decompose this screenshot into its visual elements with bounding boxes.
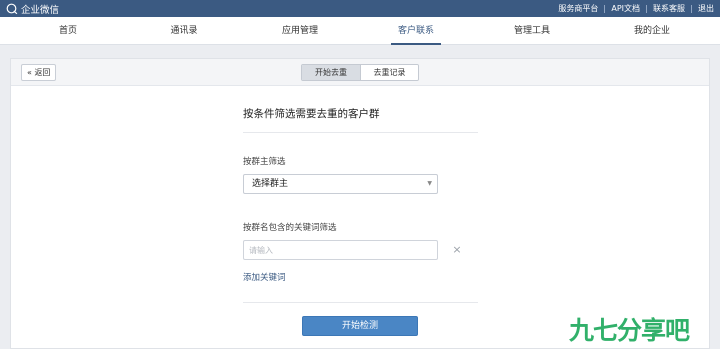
top-links: 服务商平台 API文档 联系客服 退出 bbox=[558, 0, 714, 17]
link-separator bbox=[691, 4, 692, 13]
title-divider bbox=[243, 132, 478, 133]
content-panel: « 返回 开始去重 去重记录 按条件筛选需要去重的客户群 按群主筛选 选择群主 … bbox=[10, 58, 710, 349]
keyword-filter-label: 按群名包含的关键词筛选 bbox=[243, 223, 337, 233]
tab-dedupe-records[interactable]: 去重记录 bbox=[360, 65, 418, 80]
owner-filter-label: 按群主筛选 bbox=[243, 157, 286, 167]
nav-customer-contact[interactable]: 客户联系 bbox=[358, 17, 474, 45]
nav-my-enterprise[interactable]: 我的企业 bbox=[594, 17, 710, 45]
sub-toolbar: « 返回 开始去重 去重记录 bbox=[11, 59, 709, 86]
link-separator bbox=[646, 4, 647, 13]
link-separator bbox=[604, 4, 606, 13]
caret-down-icon: ▼ bbox=[427, 180, 432, 187]
nav-management-tools[interactable]: 管理工具 bbox=[474, 17, 590, 45]
tab-start-dedupe[interactable]: 开始去重 bbox=[302, 65, 360, 80]
mode-tabs: 开始去重 去重记录 bbox=[301, 64, 419, 81]
contact-support-link[interactable]: 联系客服 bbox=[653, 3, 685, 14]
nav-app-management[interactable]: 应用管理 bbox=[242, 17, 358, 45]
nav-home[interactable]: 首页 bbox=[10, 17, 126, 45]
owner-select[interactable]: 选择群主 ▼ bbox=[243, 174, 438, 194]
keyword-input[interactable] bbox=[243, 240, 438, 260]
nav-contacts[interactable]: 通讯录 bbox=[126, 17, 242, 45]
add-keyword-link[interactable]: 添加关键词 bbox=[243, 271, 286, 283]
wecom-logo-icon bbox=[6, 3, 18, 14]
main-nav: 首页 通讯录 应用管理 客户联系 管理工具 我的企业 bbox=[0, 17, 720, 45]
back-button[interactable]: « 返回 bbox=[21, 64, 57, 81]
form-title: 按条件筛选需要去重的客户群 bbox=[243, 108, 380, 120]
brand-name: 企业微信 bbox=[21, 4, 60, 16]
site-watermark: 九七分享吧 bbox=[569, 316, 690, 345]
owner-select-value: 选择群主 bbox=[252, 179, 289, 189]
brand[interactable]: 企业微信 bbox=[6, 2, 60, 16]
api-docs-link[interactable]: API文档 bbox=[611, 3, 640, 14]
start-detection-button[interactable]: 开始检测 bbox=[302, 316, 418, 336]
clear-keyword-icon[interactable]: × bbox=[451, 240, 463, 260]
logout-link[interactable]: 退出 bbox=[698, 3, 714, 14]
top-bar: 企业微信 服务商平台 API文档 联系客服 退出 bbox=[0, 0, 720, 17]
form-divider bbox=[243, 302, 478, 303]
service-provider-link[interactable]: 服务商平台 bbox=[558, 3, 598, 14]
